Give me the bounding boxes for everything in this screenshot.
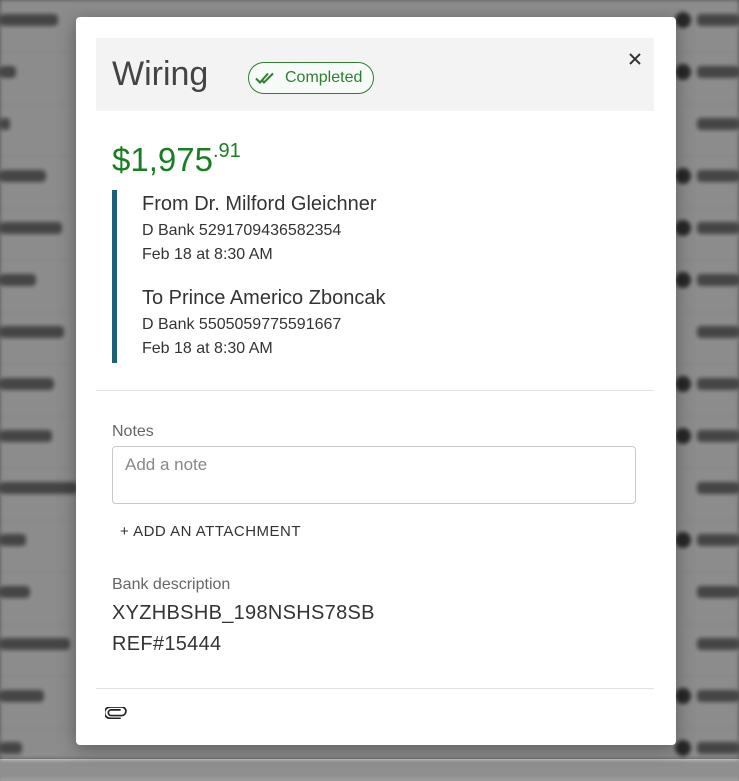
paperclip-icon (105, 707, 127, 719)
close-icon (629, 53, 641, 65)
amount-cents: .91 (212, 140, 241, 162)
transaction-detail-modal: Wiring Completed $1,975.91 From Dr. Milf… (76, 17, 676, 745)
bank-description-line: REF#15444 (112, 633, 222, 655)
section-divider (96, 688, 654, 689)
double-check-icon (255, 72, 274, 84)
from-date: Feb 18 at 8:30 AM (142, 246, 273, 263)
section-divider (96, 390, 654, 391)
from-name: From Dr. Milford Gleichner (142, 193, 377, 215)
notes-input[interactable] (112, 446, 636, 504)
to-date: Feb 18 at 8:30 AM (142, 340, 273, 357)
bank-description-line: XYZHBSHB_198NSHS78SB (112, 602, 375, 624)
notes-label: Notes (112, 423, 154, 440)
transfer-parties: From Dr. Milford Gleichner D Bank 529170… (112, 190, 517, 363)
status-badge: Completed (248, 62, 375, 94)
amount-dollars: $1,975 (112, 141, 213, 178)
to-name: To Prince Americo Zboncak (142, 287, 386, 309)
modal-title: Wiring (112, 55, 209, 93)
close-button[interactable] (619, 43, 651, 75)
status-label: Completed (285, 69, 363, 86)
add-attachment-button[interactable]: + ADD AN ATTACHMENT (112, 520, 309, 542)
attachment-button[interactable] (103, 702, 129, 724)
bank-description-label: Bank description (112, 576, 231, 593)
from-account: D Bank 5291709436582354 (142, 222, 342, 239)
to-account: D Bank 5505059775591667 (142, 316, 342, 333)
from-party: From Dr. Milford Gleichner D Bank 529170… (142, 193, 377, 264)
to-party: To Prince Americo Zboncak D Bank 5505059… (142, 287, 385, 358)
transaction-amount: $1,975.91 (112, 140, 241, 179)
modal-header: Wiring Completed (96, 38, 654, 111)
